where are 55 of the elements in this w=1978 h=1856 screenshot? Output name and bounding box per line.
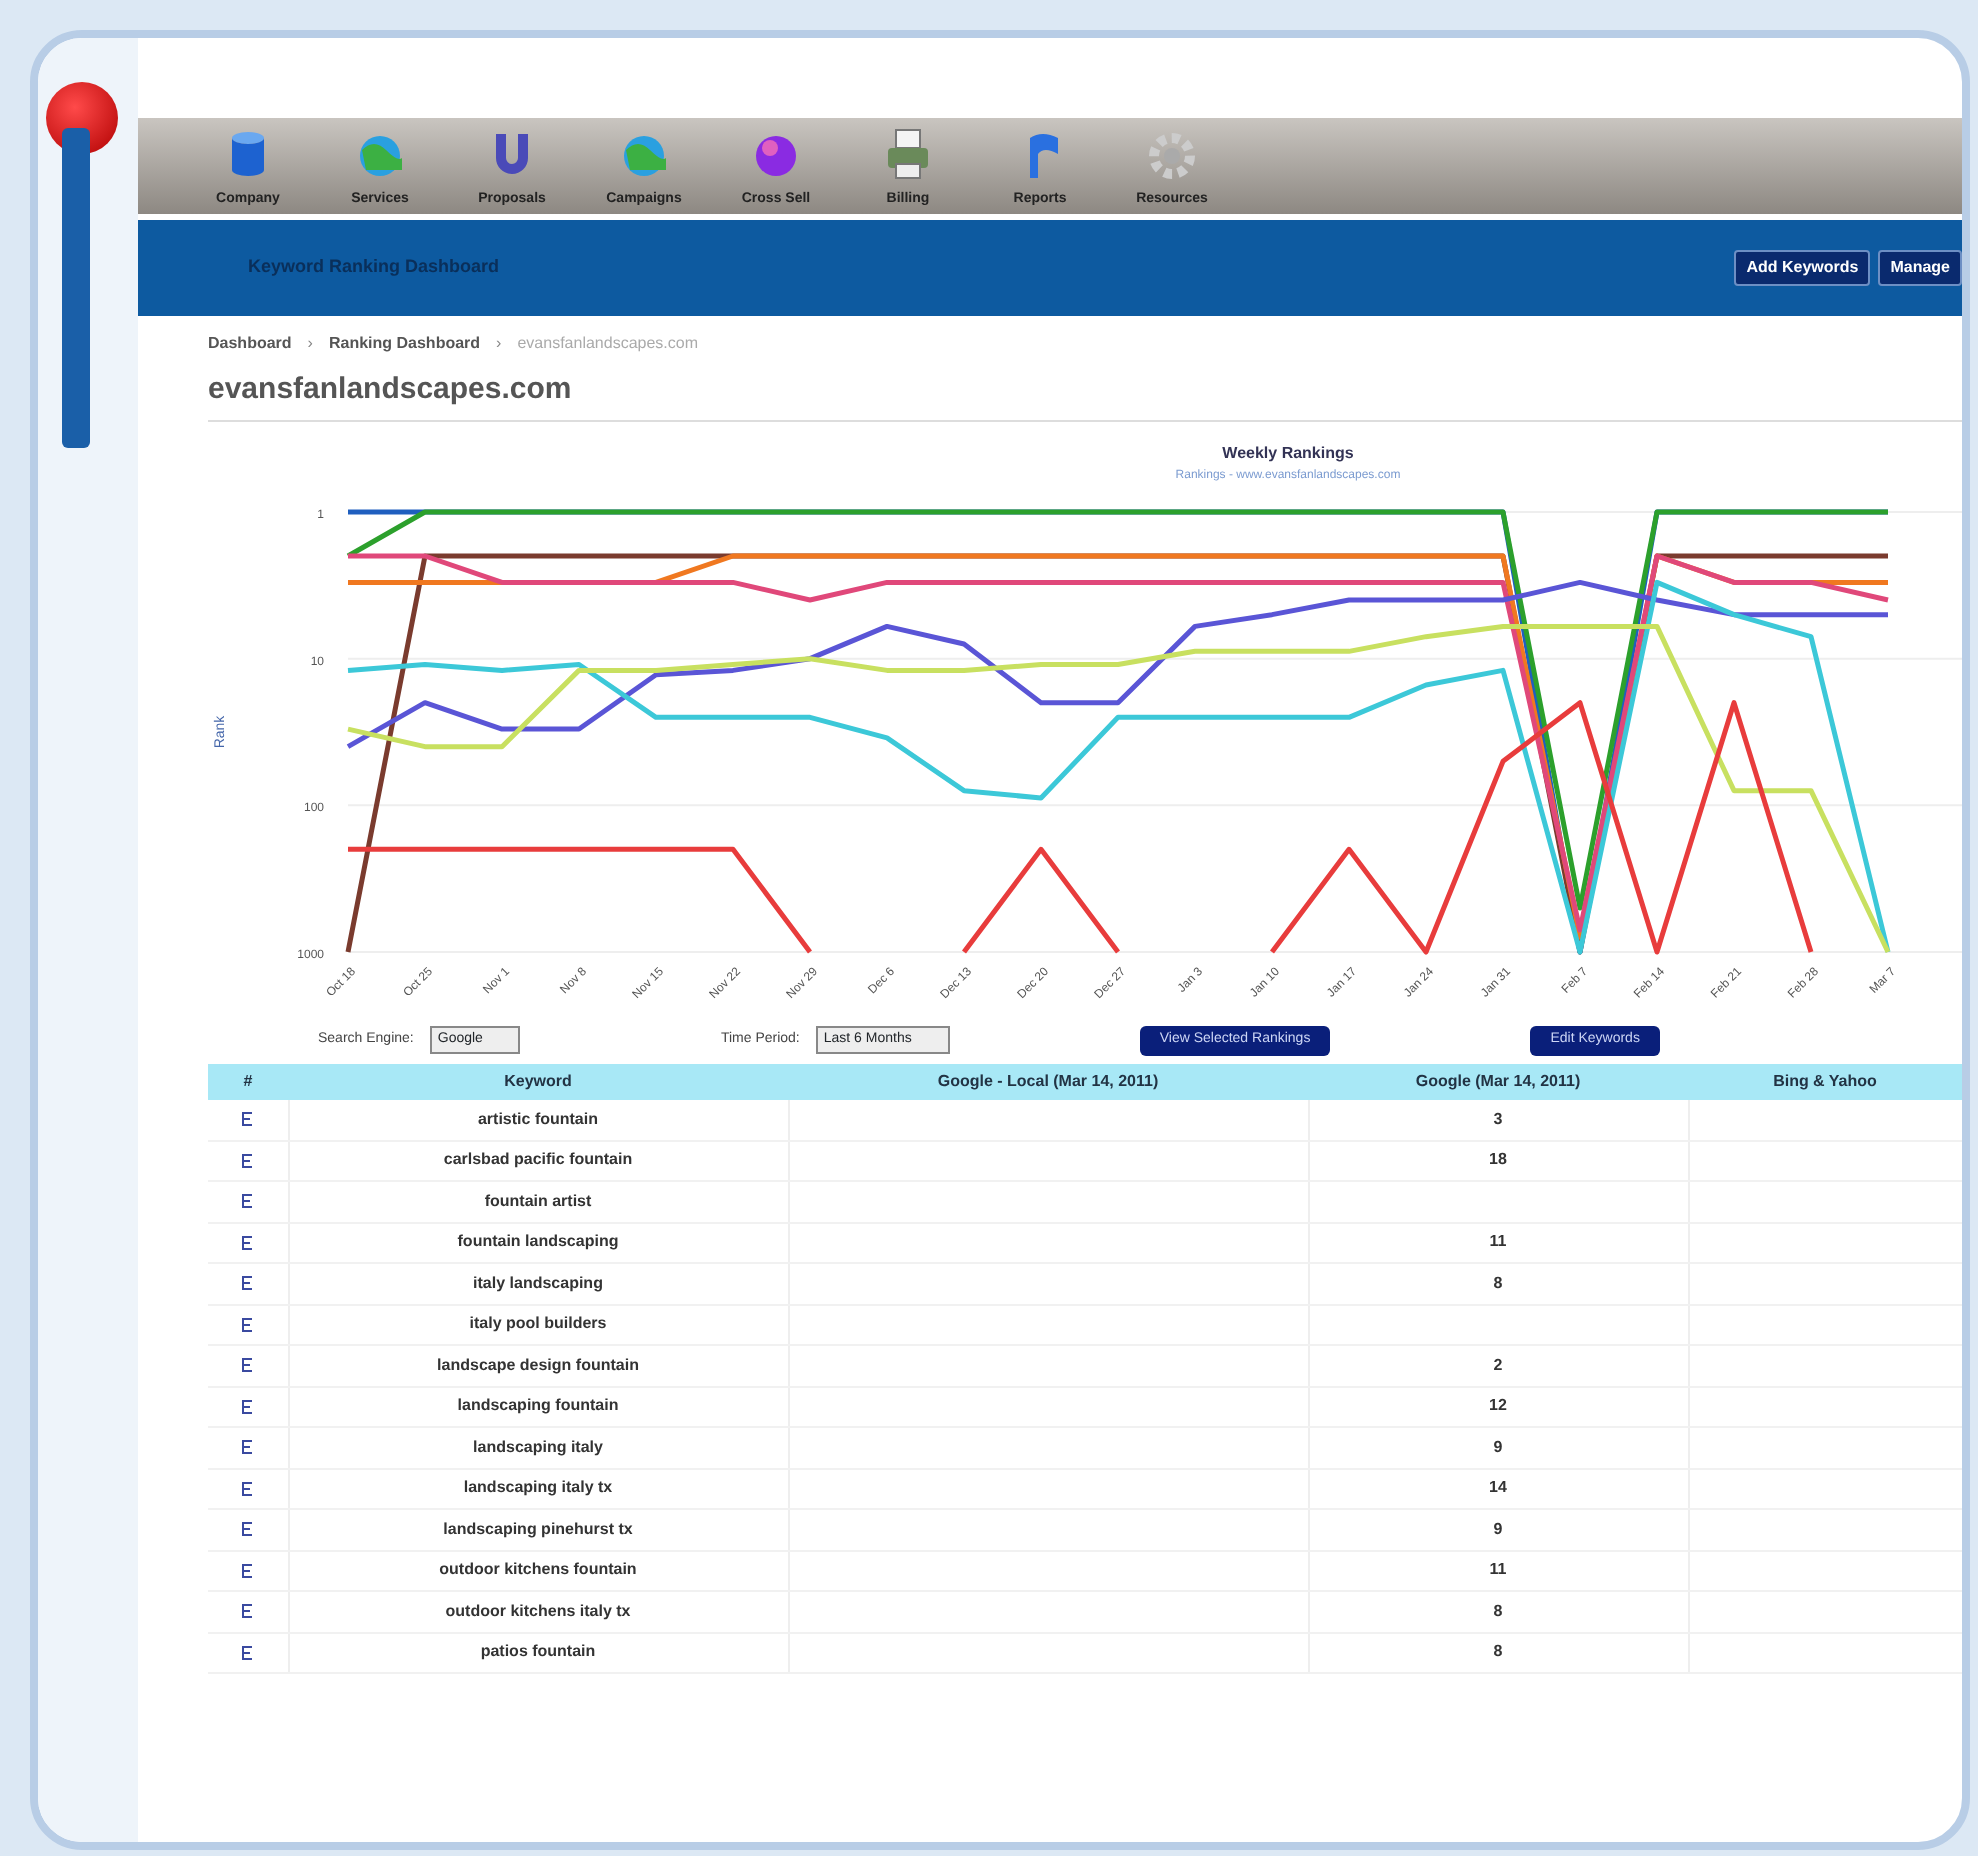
column-header: Google - Local (Mar 14, 2011) — [788, 1063, 1308, 1099]
edit-icon[interactable] — [239, 1109, 256, 1128]
table-cell: artistic fountain — [288, 1099, 788, 1140]
edit-icon[interactable] — [239, 1602, 256, 1621]
dashboard-title: Keyword Ranking Dashboard — [248, 254, 500, 281]
edit-icon[interactable] — [239, 1151, 256, 1170]
edit-icon[interactable] — [239, 1233, 256, 1252]
printer-icon — [882, 125, 934, 181]
edit-icon[interactable] — [239, 1438, 256, 1457]
column-header: Keyword — [288, 1063, 788, 1099]
table-cell: landscaping italy tx — [288, 1468, 788, 1509]
chart-title: Weekly Rankings — [1222, 444, 1354, 462]
edit-icon[interactable] — [239, 1315, 256, 1334]
table-cell: landscaping fountain — [288, 1386, 788, 1427]
breadcrumb-link[interactable]: Ranking Dashboard — [328, 332, 481, 356]
edit-icon[interactable] — [239, 1479, 256, 1498]
edit-icon[interactable] — [239, 1356, 256, 1375]
table-cell: 3 — [1308, 1099, 1688, 1140]
table-cell: 8 — [1308, 1591, 1688, 1632]
edit-icon[interactable] — [239, 1520, 256, 1539]
table-cell: carlsbad pacific fountain — [288, 1140, 788, 1181]
edit-icon[interactable] — [239, 1397, 256, 1416]
table-cell: 8 — [1308, 1263, 1688, 1304]
table-cell: landscaping italy — [288, 1427, 788, 1468]
table-cell: landscape design fountain — [288, 1345, 788, 1386]
table-cell: italy pool builders — [288, 1304, 788, 1345]
edit-icon[interactable] — [239, 1192, 256, 1211]
table-cell: 2 — [1308, 1345, 1688, 1386]
table-cell: 11 — [1308, 1550, 1688, 1591]
table-cell: fountain landscaping — [288, 1222, 788, 1263]
edit-icon[interactable] — [239, 1274, 256, 1293]
table-cell: italy landscaping — [288, 1263, 788, 1304]
edit-icon[interactable] — [239, 1561, 256, 1580]
breadcrumb-separator: › — [496, 332, 502, 356]
column-header: # — [208, 1063, 288, 1099]
column-header: Bing & Yahoo — [1688, 1063, 1962, 1099]
table-cell: 14 — [1308, 1468, 1688, 1509]
table-cell: 8 — [1308, 1632, 1688, 1673]
header-button[interactable]: Add Keywords — [1734, 250, 1871, 286]
breadcrumb-separator: › — [307, 332, 313, 356]
table-cell: 12 — [1308, 1386, 1688, 1427]
header-button[interactable]: Manage — [1878, 250, 1962, 286]
table-cell: outdoor kitchens fountain — [288, 1550, 788, 1591]
table-cell: 18 — [1308, 1140, 1688, 1181]
edit-icon[interactable] — [239, 1643, 256, 1662]
page-title: evansfanlandscapes.com — [208, 372, 1962, 422]
column-header: Google (Mar 14, 2011) — [1308, 1063, 1688, 1099]
table-cell: patios fountain — [288, 1632, 788, 1673]
table-cell: 9 — [1308, 1509, 1688, 1550]
breadcrumb-link[interactable]: Dashboard — [208, 332, 292, 356]
table-cell: fountain artist — [288, 1181, 788, 1222]
table-cell: outdoor kitchens italy tx — [288, 1591, 788, 1632]
table-cell: 9 — [1308, 1427, 1688, 1468]
table-cell: 11 — [1308, 1222, 1688, 1263]
table-cell: landscaping pinehurst tx — [288, 1509, 788, 1550]
